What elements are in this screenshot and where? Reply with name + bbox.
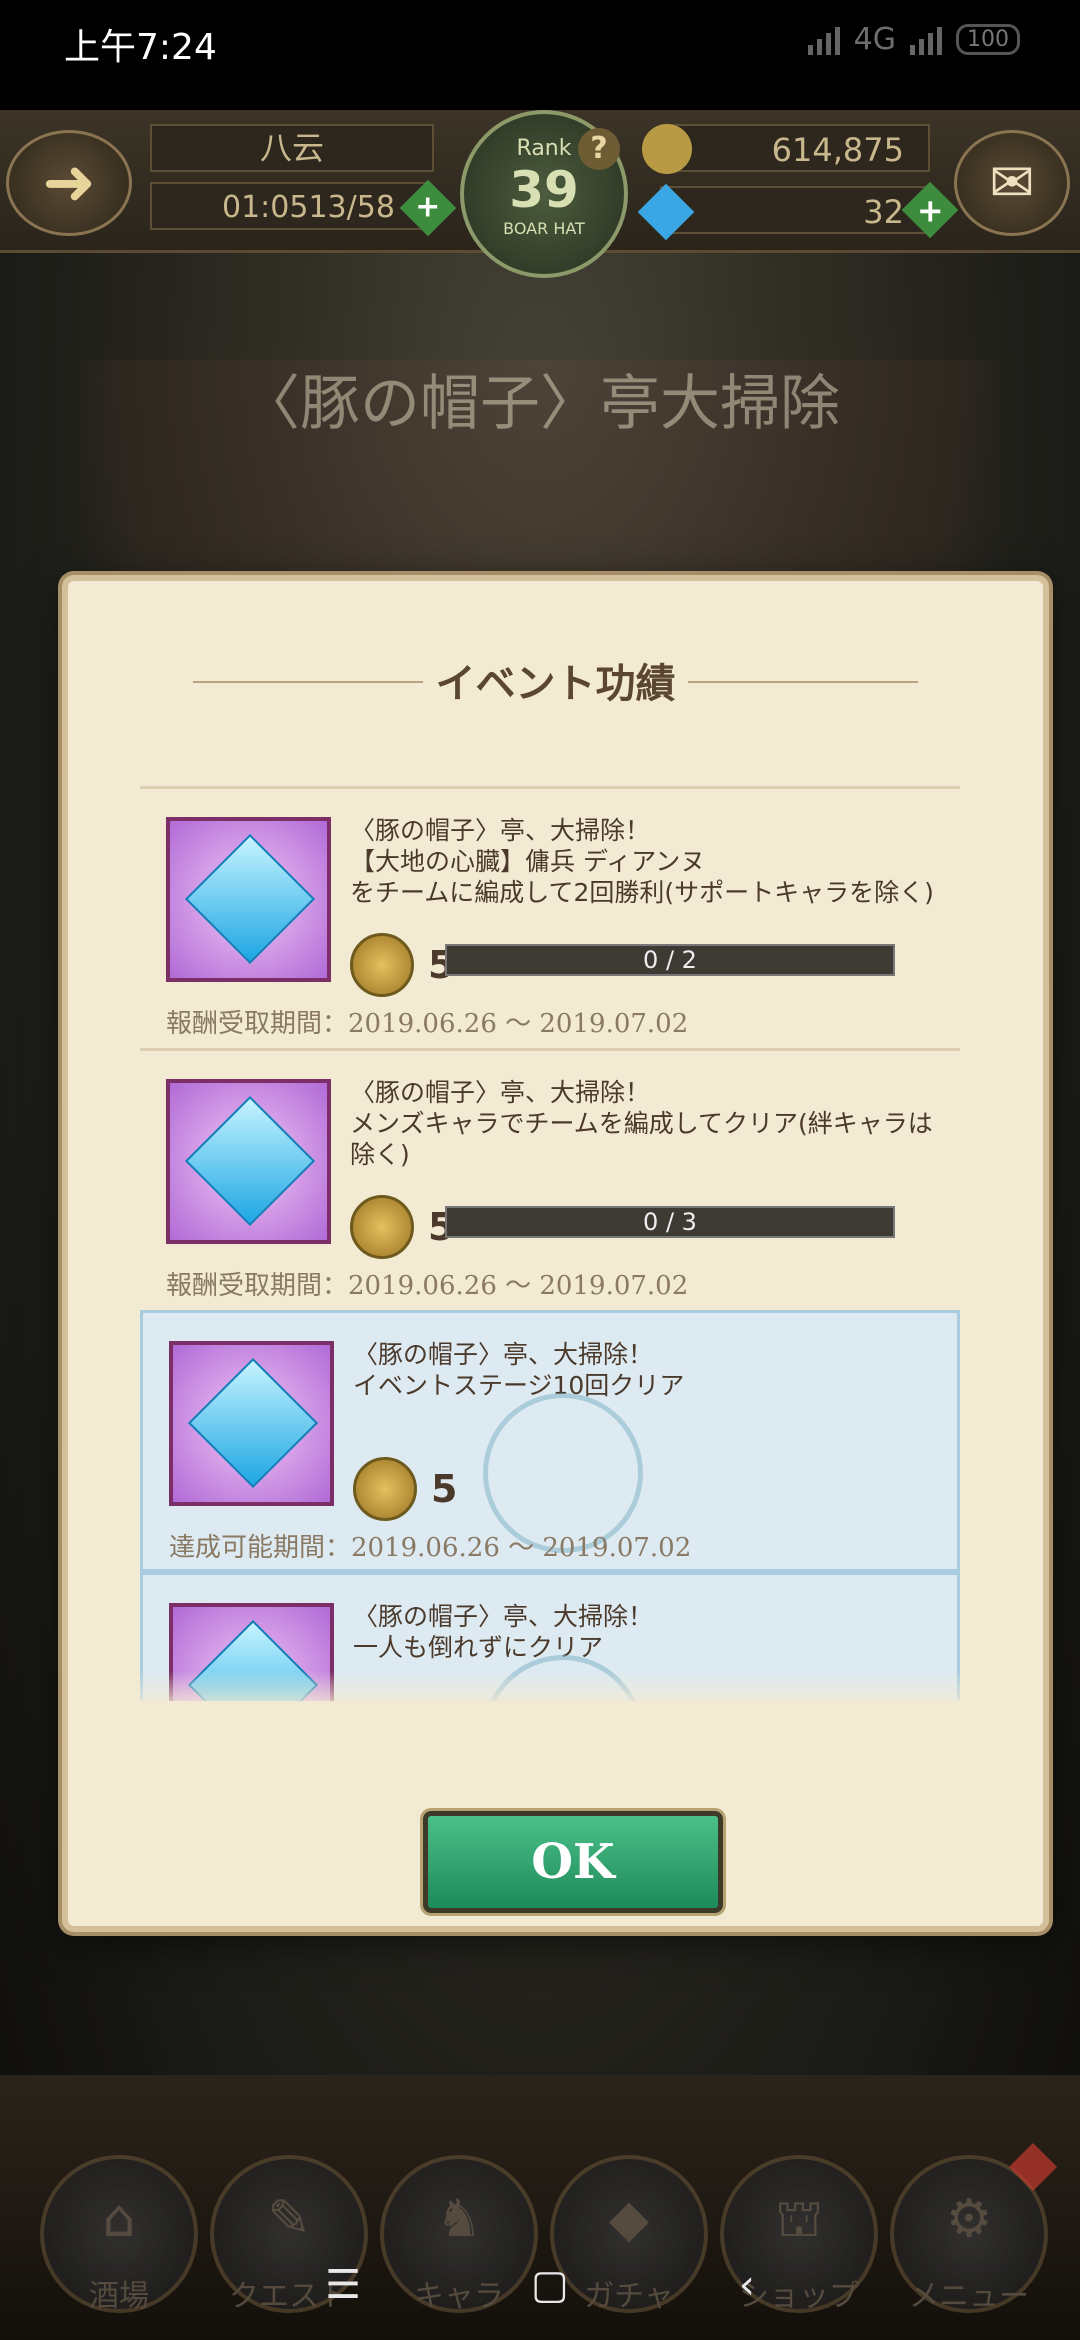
mail-icon[interactable]: ✉	[954, 130, 1070, 236]
title-ornament-right	[688, 681, 918, 683]
gold-value: 614,875	[771, 131, 904, 169]
achievement-list[interactable]: 〈豚の帽子〉亭、大掃除！ 【大地の心臓】傭兵 ディアンヌ をチームに編成して2回…	[140, 786, 960, 1701]
add-gem-button[interactable]: +	[901, 181, 959, 239]
achievable-period: 達成可能期間：2019.06.26 ～ 2019.07.02	[169, 1533, 692, 1563]
medal-icon	[350, 1195, 414, 1259]
player-name: 八云	[150, 124, 434, 172]
list-item: 〈豚の帽子〉亭、大掃除！ イベントステージ10回クリア 5 達成可能期間：201…	[140, 1310, 960, 1572]
list-item: 〈豚の帽子〉亭、大掃除！ 【大地の心臓】傭兵 ディアンヌ をチームに編成して2回…	[140, 786, 960, 1048]
achievement-description: 〈豚の帽子〉亭、大掃除！ メンズキャラでチームを編成してクリア(絆キャラは除く)	[350, 1078, 933, 1169]
reward-row: 5	[350, 933, 454, 997]
stamina-value: 13/58	[308, 190, 395, 225]
gold-display: 614,875	[642, 124, 930, 174]
event-title: 〈豚の帽子〉亭大掃除	[240, 369, 840, 439]
progress-bar: 0 / 3	[445, 1206, 895, 1238]
network-type: 4G	[853, 22, 896, 57]
achievement-description: 〈豚の帽子〉亭、大掃除！ 【大地の心臓】傭兵 ディアンヌ をチームに編成して2回…	[350, 816, 934, 907]
medal-icon	[353, 1457, 417, 1521]
ok-button[interactable]: OK	[423, 1811, 723, 1913]
status-indicators: 4G 100	[807, 22, 1020, 57]
reward-period: 報酬受取期間：2019.06.26 ～ 2019.07.02	[166, 1009, 689, 1039]
home-icon[interactable]: ▢	[531, 2262, 569, 2308]
progress-bar: 0 / 2	[445, 944, 895, 976]
gem-display: 32 +	[637, 181, 959, 241]
gem-value: 32	[863, 193, 904, 231]
status-bar: 上午7:24 4G 100	[0, 0, 1080, 110]
reward-row: 5	[353, 1457, 457, 1521]
back-arrow-icon[interactable]: ➜	[6, 130, 132, 236]
rank-subtitle: BOAR HAT	[503, 219, 585, 238]
reward-row: 5	[350, 1195, 454, 1259]
help-icon[interactable]: ?	[578, 128, 620, 170]
back-icon[interactable]: ‹	[739, 2262, 755, 2308]
add-stamina-button[interactable]: +	[399, 179, 457, 237]
stamina-timer: 01:05	[222, 190, 309, 225]
reward-quantity: 5	[431, 1467, 458, 1511]
gold-coin-icon	[642, 124, 692, 174]
status-time: 上午7:24	[64, 27, 217, 68]
gem-icon	[637, 183, 695, 241]
achievement-dialog: イベント功績 〈豚の帽子〉亭、大掃除！ 【大地の心臓】傭兵 ディアンヌ をチーム…	[62, 575, 1049, 1932]
achievement-description: 〈豚の帽子〉亭、大掃除！ 一人も倒れずにクリア	[353, 1602, 654, 1662]
gem-reward-icon	[166, 817, 331, 982]
list-item: 〈豚の帽子〉亭、大掃除！ メンズキャラでチームを編成してクリア(絆キャラは除く)…	[140, 1048, 960, 1310]
top-hud: ➜ 八云 01:0513/58 + Rank 39 BOAR HAT ? 614…	[0, 110, 1080, 278]
signal-icon	[910, 25, 942, 55]
signal-icon	[807, 25, 840, 55]
dialog-title: イベント功績	[435, 660, 676, 707]
system-nav-bar: ☰ ▢ ‹	[0, 2230, 1080, 2340]
gem-reward-icon	[166, 1079, 331, 1244]
reward-period: 報酬受取期間：2019.06.26 ～ 2019.07.02	[166, 1271, 689, 1301]
medal-icon	[350, 933, 414, 997]
menu-icon[interactable]: ☰	[325, 2262, 361, 2308]
achievement-description: 〈豚の帽子〉亭、大掃除！ イベントステージ10回クリア	[353, 1340, 685, 1400]
stamina-display: 01:0513/58 +	[150, 179, 457, 237]
gem-reward-icon	[169, 1341, 334, 1506]
battery-icon: 100	[956, 24, 1020, 55]
